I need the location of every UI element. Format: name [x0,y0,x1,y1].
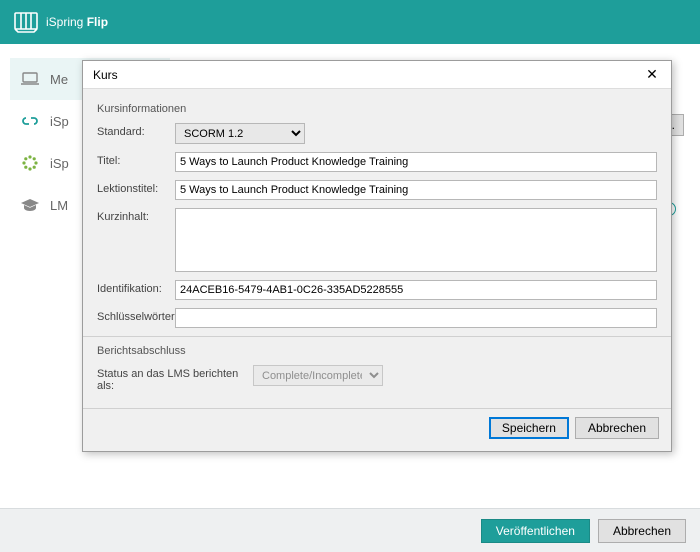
row-standard: Standard: SCORM 1.2 [97,123,657,144]
ident-input[interactable] [175,280,657,300]
report-status-select: Complete/Incomplete [253,365,383,386]
sidebar-item-label: Me [50,72,68,87]
publish-button[interactable]: Veröffentlichen [481,519,590,543]
dialog-body: Kursinformationen Standard: SCORM 1.2 Ti… [83,89,671,408]
cancel-button[interactable]: Abbrechen [598,519,686,543]
app-name: iSpring [46,15,83,29]
app-header: iSpring Flip [0,0,700,44]
title-input[interactable] [175,152,657,172]
keywords-input[interactable] [175,308,657,328]
close-icon[interactable]: ✕ [639,66,665,84]
app-logo: iSpring Flip [14,11,108,33]
row-title: Titel: [97,152,657,172]
row-ident: Identifikation: [97,280,657,300]
burst-icon [20,155,40,171]
sidebar-item-label: LM [50,198,68,213]
sidebar-item-label: iSp [50,114,69,129]
row-lesson: Lektionstitel: [97,180,657,200]
ident-label: Identifikation: [97,280,175,295]
lesson-label: Lektionstitel: [97,180,175,195]
dialog-footer: Speichern Abbrechen [83,408,671,451]
dialog-cancel-button[interactable]: Abbrechen [575,417,659,439]
title-label: Titel: [97,152,175,167]
group-course-info: Kursinformationen [97,103,657,115]
sidebar-item-label: iSp [50,156,69,171]
divider [83,336,671,337]
group-report: Berichtsabschluss [97,345,657,357]
course-dialog: Kurs ✕ Kursinformationen Standard: SCORM… [82,60,672,452]
standard-select[interactable]: SCORM 1.2 [175,123,305,144]
laptop-icon [20,71,40,87]
dialog-save-button[interactable]: Speichern [489,417,569,439]
row-report-status: Status an das LMS berichten als: Complet… [97,365,657,392]
app-product: Flip [87,15,108,29]
standard-label: Standard: [97,123,175,138]
book-icon [14,11,38,33]
app-footer: Veröffentlichen Abbrechen [0,508,700,552]
link-icon [20,113,40,129]
row-keywords: Schlüsselwörter: [97,308,657,328]
graduation-icon [20,197,40,213]
row-summary: Kurzinhalt: [97,208,657,272]
report-status-label: Status an das LMS berichten als: [97,365,253,392]
summary-label: Kurzinhalt: [97,208,175,223]
lesson-input[interactable] [175,180,657,200]
dialog-title: Kurs [93,68,118,82]
summary-textarea[interactable] [175,208,657,272]
keywords-label: Schlüsselwörter: [97,308,175,323]
dialog-titlebar: Kurs ✕ [83,61,671,89]
